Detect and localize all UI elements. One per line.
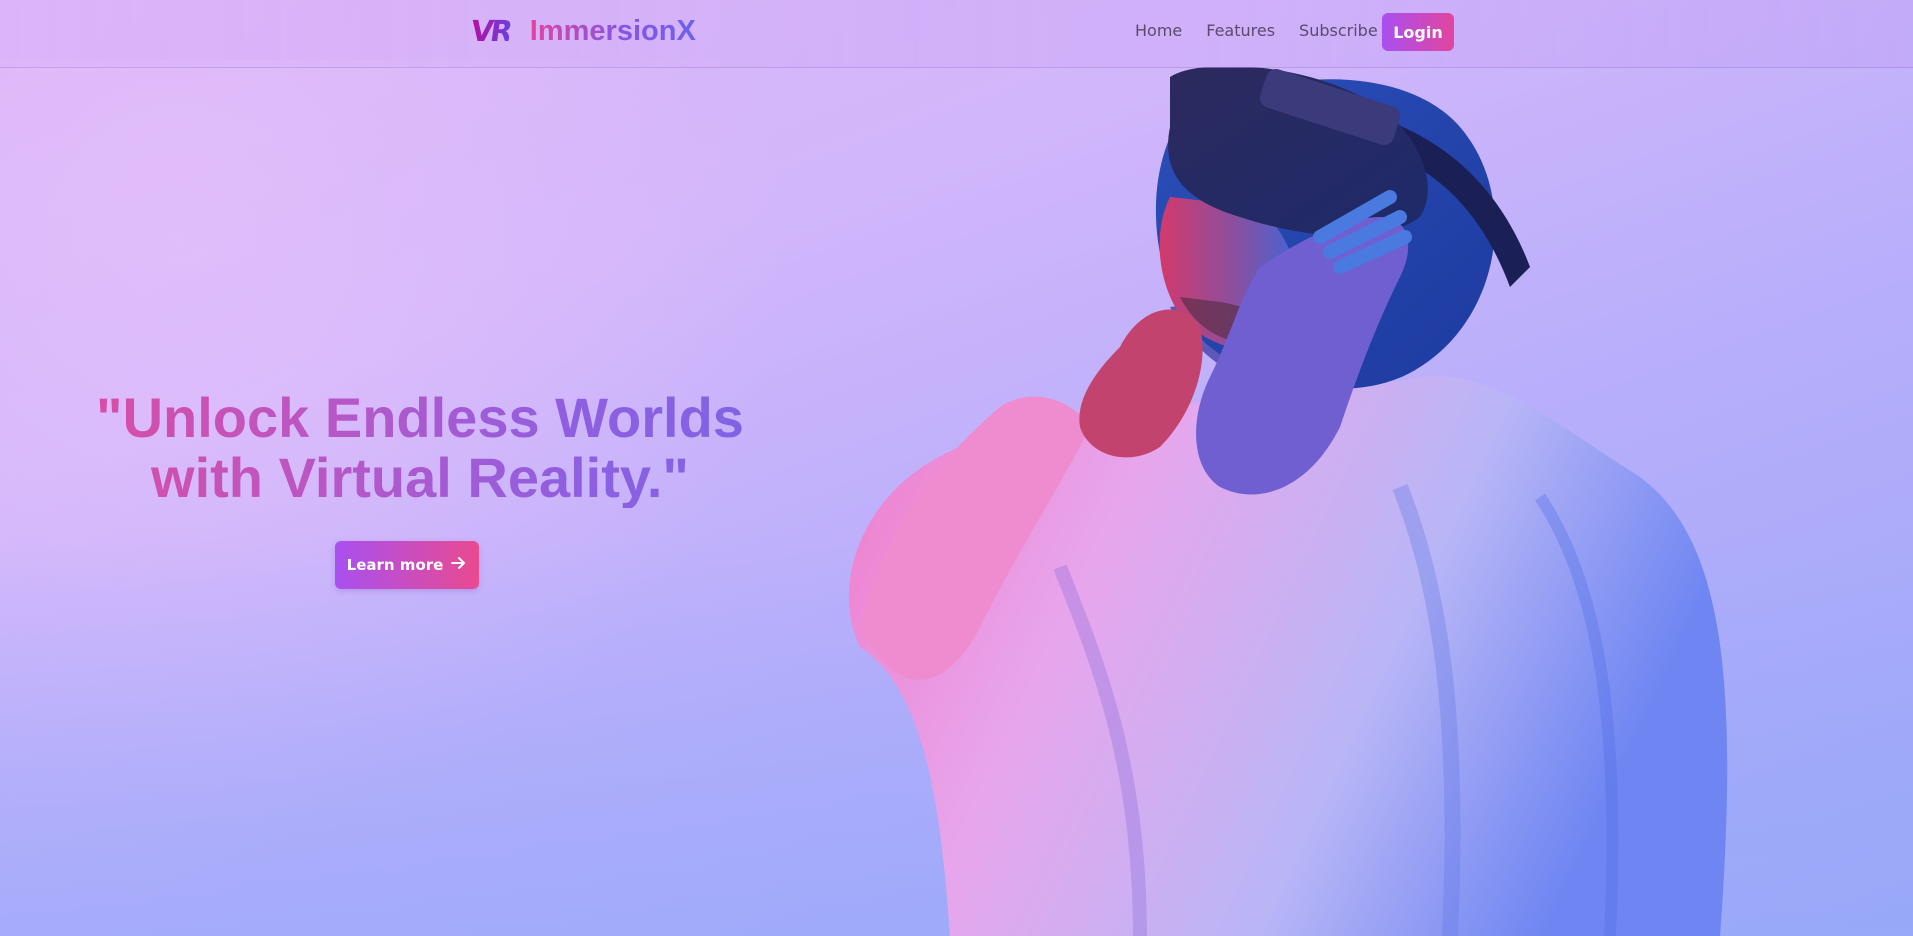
nav-link-features[interactable]: Features <box>1206 21 1275 40</box>
login-button[interactable]: Login <box>1382 13 1454 51</box>
navbar: VR ImmersionX Home Features Subscribe Lo… <box>0 0 1913 68</box>
vr-logo-icon: VR <box>468 14 513 48</box>
learn-more-button[interactable]: Learn more <box>335 541 479 589</box>
hero-title-line-1: "Unlock Endless Worlds <box>96 386 744 449</box>
hero-title: "Unlock Endless Worlds with Virtual Real… <box>30 388 810 508</box>
nav-link-home[interactable]: Home <box>1135 21 1182 40</box>
learn-more-label: Learn more <box>346 556 444 574</box>
nav-link-subscribe[interactable]: Subscribe <box>1299 21 1378 40</box>
nav-links: Home Features Subscribe <box>1135 21 1378 40</box>
logo[interactable]: VR ImmersionX <box>468 14 696 48</box>
brand-name: ImmersionX <box>529 14 696 47</box>
hero-image <box>848 67 1728 936</box>
arrow-right-icon <box>451 556 467 574</box>
hero-title-line-2: with Virtual Reality." <box>151 446 689 509</box>
